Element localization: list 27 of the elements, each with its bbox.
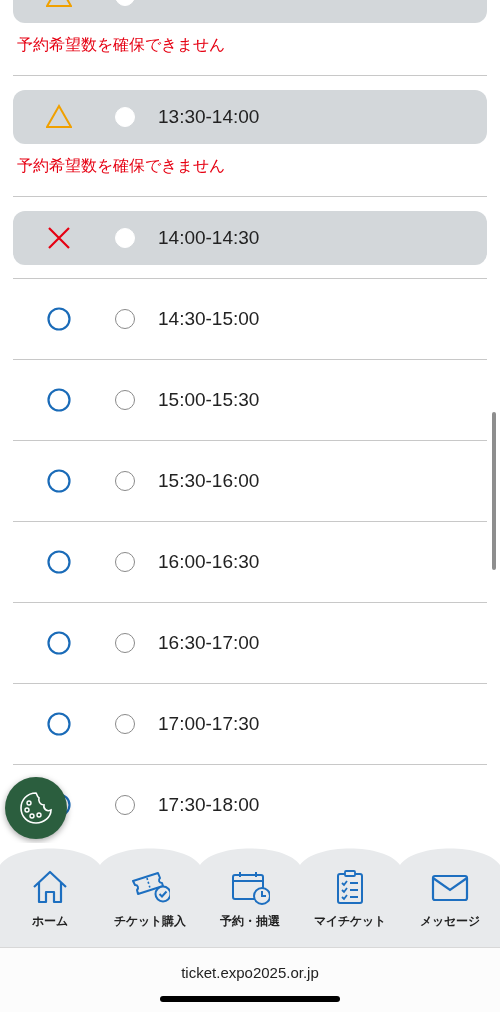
- tab-bar-item[interactable]: 予約・抽選: [200, 865, 300, 947]
- radio-button[interactable]: [115, 552, 135, 572]
- time-label: 14:00-14:30: [158, 227, 260, 249]
- time-label: 14:30-15:00: [158, 308, 260, 330]
- time-label: 16:00-16:30: [158, 551, 260, 573]
- error-message: 予約希望数を確保できません: [17, 34, 226, 56]
- calendar-icon: [230, 869, 270, 905]
- radio-button[interactable]: [115, 390, 135, 410]
- cookie-settings-button[interactable]: [5, 777, 67, 839]
- url-text: ticket.expo2025.or.jp: [181, 964, 319, 981]
- time-label: 17:00-17:30: [158, 713, 260, 735]
- tab-bar-item[interactable]: ホーム: [0, 865, 100, 947]
- radio-button[interactable]: [115, 714, 135, 734]
- tab-bar-item[interactable]: マイチケット: [300, 865, 400, 947]
- ticket-icon: [130, 869, 170, 905]
- radio-button[interactable]: [115, 309, 135, 329]
- radio-button[interactable]: [115, 471, 135, 491]
- time-label: 13:30-14:00: [158, 106, 260, 128]
- radio-button[interactable]: [115, 795, 135, 815]
- tab-bar-item[interactable]: メッセージ: [400, 865, 500, 947]
- time-label: 16:30-17:00: [158, 632, 260, 654]
- time-label: 17:30-18:00: [158, 794, 260, 816]
- error-message: 予約希望数を確保できません: [17, 155, 226, 177]
- time-label: 15:30-16:00: [158, 470, 260, 492]
- radio-button[interactable]: [115, 633, 135, 653]
- tab-bar-item[interactable]: チケット購入: [100, 865, 200, 947]
- time-label: 15:00-15:30: [158, 389, 260, 411]
